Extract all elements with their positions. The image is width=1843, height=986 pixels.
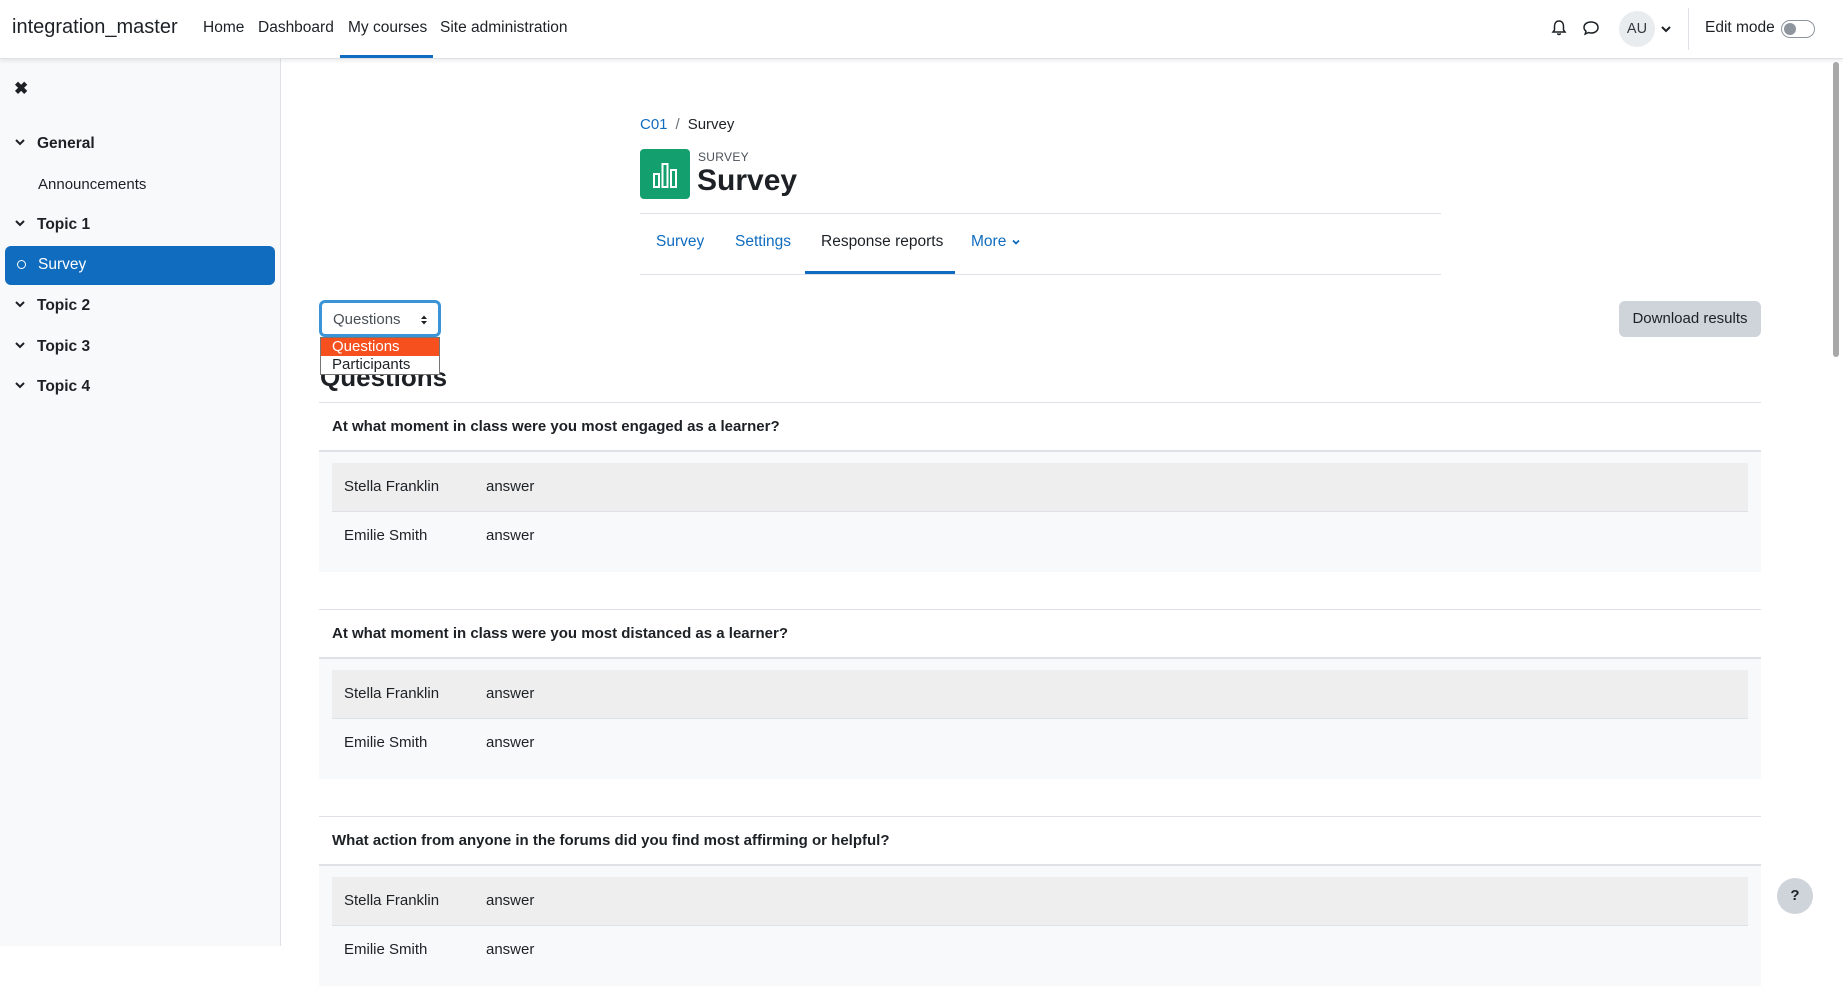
nav-home[interactable]: Home [203,19,244,37]
question-text: What action from anyone in the forums di… [332,832,890,849]
breadcrumb: C01 / Survey [640,116,734,133]
tabs-divider [640,274,1441,275]
survey-activity-icon [640,149,690,199]
respondent-name: Stella Franklin [344,685,440,702]
section-label: General [37,135,95,152]
respondent-name: Emilie Smith [344,527,428,544]
nav-my-courses[interactable]: My courses [348,19,427,37]
section-topic-1[interactable]: Topic 1 [14,216,90,234]
section-label: Topic 4 [37,378,91,395]
toggle-knob [1784,23,1796,35]
chevron-down-icon[interactable] [14,217,26,229]
breadcrumb-course-link[interactable]: C01 [640,116,668,133]
chevron-down-icon[interactable] [14,136,26,148]
page-scrollbar[interactable] [1833,62,1839,357]
question-block: At what moment in class were you most en… [319,402,1761,572]
question-header: At what moment in class were you most di… [319,609,1761,659]
section-topic-3[interactable]: Topic 3 [14,338,90,356]
top-navbar: integration_master Home Dashboard My cou… [0,0,1843,59]
chevron-down-icon[interactable] [14,298,26,310]
report-type-dropdown: Questions Participants [320,337,440,375]
header-divider [640,213,1441,214]
report-type-select[interactable]: Questions [319,300,441,337]
drawer-item-label: Survey [38,256,87,273]
dropdown-option-questions[interactable]: Questions [321,338,439,356]
table-row: Emilie Smith answer [332,926,1748,974]
response-answer: answer [486,892,535,909]
page-title: Survey [697,164,798,197]
table-row: Emilie Smith answer [332,719,1748,767]
breadcrumb-current: Survey [687,116,735,133]
response-answer: answer [486,734,535,751]
question-responses: Stella Franklin answer Emilie Smith answ… [319,866,1761,986]
tab-survey[interactable]: Survey [656,233,704,251]
section-label: Topic 2 [37,297,91,314]
response-answer: answer [486,478,535,495]
activity-status-icon [17,260,26,269]
chevron-down-icon[interactable] [1659,22,1673,36]
section-label: Topic 1 [37,216,91,233]
navbar-divider [1688,8,1689,50]
table-row: Stella Franklin answer [332,463,1748,512]
select-arrows-icon [421,315,427,325]
response-answer: answer [486,527,535,544]
question-header: At what moment in class were you most en… [319,402,1761,452]
section-general[interactable]: General [14,135,95,153]
respondent-name: Emilie Smith [344,941,428,958]
chevron-down-icon [1012,239,1020,245]
question-block: What action from anyone in the forums di… [319,816,1761,986]
tab-settings[interactable]: Settings [735,233,791,251]
question-text: At what moment in class were you most di… [332,625,788,642]
bar-chart-icon [653,163,677,188]
tab-more-label: More [971,233,1007,250]
chat-icon[interactable] [1581,18,1601,38]
bell-icon[interactable] [1549,18,1569,38]
edit-mode-label: Edit mode [1705,19,1775,36]
edit-mode-toggle[interactable] [1781,20,1815,38]
download-results-button[interactable]: Download results [1619,301,1761,337]
response-answer: answer [486,941,535,958]
drawer-item-survey[interactable]: Survey [5,246,275,285]
question-header: What action from anyone in the forums di… [319,816,1761,866]
drawer-item-announcements[interactable]: Announcements [38,176,146,193]
chevron-down-icon[interactable] [14,339,26,351]
respondent-name: Stella Franklin [344,892,440,909]
table-row: Stella Franklin answer [332,877,1748,926]
breadcrumb-separator: / [675,116,680,133]
question-block: At what moment in class were you most di… [319,609,1761,779]
activity-type-label: SURVEY [698,150,749,164]
table-row: Emilie Smith answer [332,512,1748,560]
tab-response-reports[interactable]: Response reports [821,233,943,251]
chevron-down-icon[interactable] [14,379,26,391]
nav-site-administration[interactable]: Site administration [440,19,568,37]
user-avatar[interactable]: AU [1619,11,1655,47]
section-topic-4[interactable]: Topic 4 [14,378,90,396]
tab-more[interactable]: More [971,233,1021,251]
dropdown-option-participants[interactable]: Participants [321,356,439,374]
site-brand[interactable]: integration_master [12,16,178,39]
response-answer: answer [486,685,535,702]
question-responses: Stella Franklin answer Emilie Smith answ… [319,452,1761,572]
section-label: Topic 3 [37,338,91,355]
respondent-name: Emilie Smith [344,734,428,751]
course-index-drawer: ✖ General Announcements Topic 1 Survey T… [0,59,281,946]
close-drawer-icon[interactable]: ✖ [14,79,28,99]
select-value: Questions [333,311,401,328]
respondent-name: Stella Franklin [344,478,440,495]
help-button[interactable]: ? [1777,878,1813,914]
table-row: Stella Franklin answer [332,670,1748,719]
question-text: At what moment in class were you most en… [332,418,780,435]
nav-active-indicator [340,55,433,58]
nav-dashboard[interactable]: Dashboard [258,19,334,37]
question-responses: Stella Franklin answer Emilie Smith answ… [319,659,1761,779]
section-topic-2[interactable]: Topic 2 [14,297,90,315]
